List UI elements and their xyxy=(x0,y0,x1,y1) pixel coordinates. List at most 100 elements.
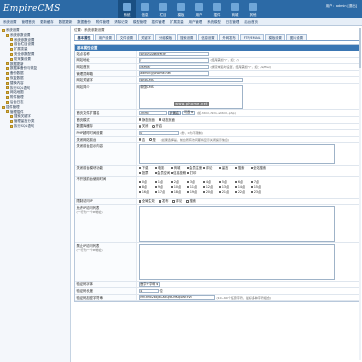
hour-checkbox[interactable]: 15点 xyxy=(250,185,264,189)
hour-checkbox[interactable]: 4点 xyxy=(202,180,216,184)
close-module-checkbox[interactable]: 留言 xyxy=(218,166,232,170)
hour-checkbox[interactable]: 12点 xyxy=(202,185,216,189)
close-module-checkbox[interactable]: 信息投稿 xyxy=(170,171,186,175)
verify-length-input[interactable]: 4 xyxy=(138,288,159,294)
tab-info[interactable]: 信息设置 xyxy=(197,34,219,40)
sub-nav-item[interactable]: 系统模型 xyxy=(207,19,221,24)
hour-checkbox[interactable]: 7点 xyxy=(250,180,264,184)
hour-checkbox[interactable]: 13点 xyxy=(218,185,232,189)
hour-checkbox[interactable]: 22点 xyxy=(234,190,248,194)
close-module-checkbox[interactable]: 投票 xyxy=(138,171,152,175)
hour-checkbox[interactable]: 20点 xyxy=(202,190,216,195)
ip-deny-textarea[interactable] xyxy=(138,244,335,281)
main-nav-info[interactable]: 信息 xyxy=(136,0,154,18)
sub-nav-item[interactable]: 管理首页 xyxy=(22,19,36,24)
hour-checkbox[interactable]: 0点 xyxy=(138,180,152,184)
tab-image[interactable]: 图片设置 xyxy=(286,34,307,40)
close-module-checkbox[interactable]: 全站搜索 xyxy=(250,166,266,170)
tab-template[interactable]: 模板设置 xyxy=(265,34,286,40)
tab-user[interactable]: 用户设置 xyxy=(95,34,116,40)
sqlcache-on-radio[interactable]: 开启 xyxy=(152,124,162,128)
checkbox-label: 20点 xyxy=(205,190,214,195)
site-keywords-input[interactable]: 帝国CMS xyxy=(138,77,243,83)
main-nav-user[interactable]: 用户 xyxy=(190,0,208,18)
close-site-no-radio[interactable]: 否 xyxy=(138,138,145,142)
site-url-input[interactable]: / xyxy=(138,58,209,63)
ip-limit-checkbox[interactable]: 评论 xyxy=(172,199,182,203)
php-timeout-input[interactable]: 0 xyxy=(138,130,179,136)
close-module-checkbox[interactable]: 会员注册 xyxy=(186,166,202,170)
tab-search[interactable]: 搜索设置 xyxy=(176,34,197,40)
main-nav-system[interactable]: 系统 xyxy=(118,0,136,18)
close-module-checkbox[interactable]: 评论 xyxy=(202,166,216,170)
tab-ftp-email[interactable]: FTP/EMAIL xyxy=(240,34,265,40)
filetype-select[interactable]: 可选 ▼ xyxy=(182,110,195,116)
hour-checkbox[interactable]: 1点 xyxy=(154,180,168,184)
tab-basic[interactable]: 基本属性 xyxy=(74,34,95,40)
close-module-checkbox[interactable]: 会员空间 xyxy=(154,171,170,175)
main-nav-shop[interactable]: 商城 xyxy=(226,0,244,18)
tab-group-template[interactable]: 分组模板 xyxy=(155,34,176,40)
sub-nav-item[interactable]: 插件管理 xyxy=(152,19,166,24)
content-scrollbar[interactable] xyxy=(359,28,361,360)
homepage-mode-dynamic-radio[interactable]: 动态页面 xyxy=(158,118,175,122)
main-nav-template[interactable]: 模板 xyxy=(172,0,190,18)
sub-nav-item[interactable]: 模型管理 xyxy=(133,19,147,24)
sub-nav-item[interactable]: 更新缓存 xyxy=(40,19,54,24)
admin-email-input[interactable]: admin@phome.net xyxy=(138,71,209,76)
site-name-input[interactable]: 帝国内容管理系统 xyxy=(138,51,209,56)
brand-logo[interactable]: EmpireCMS xyxy=(3,2,61,16)
hour-checkbox[interactable]: 23点 xyxy=(250,190,264,194)
close-module-checkbox[interactable]: 打印 xyxy=(186,171,200,175)
hour-checkbox[interactable]: 17点 xyxy=(154,190,168,194)
hour-checkbox[interactable]: 10点 xyxy=(170,185,184,189)
scrollbar-thumb[interactable] xyxy=(359,28,361,68)
close-module-checkbox[interactable]: 电影 xyxy=(154,166,168,170)
close-module-checkbox[interactable]: 商城 xyxy=(170,166,184,170)
close-module-checkbox[interactable]: 搜索 xyxy=(234,166,248,170)
tab-publish[interactable]: 外网发布 xyxy=(219,34,240,40)
sub-nav-item[interactable]: 日志管理 xyxy=(226,19,240,24)
sqlcache-off-radio[interactable]: 关闭 xyxy=(138,124,148,128)
sub-nav-item[interactable]: 附件管理 xyxy=(96,19,110,24)
hour-checkbox[interactable]: 11点 xyxy=(186,185,200,189)
close-tips-textarea[interactable] xyxy=(138,143,335,164)
tab-keyword[interactable]: 关键字 xyxy=(137,34,155,40)
sub-nav-item[interactable]: 系统设置 xyxy=(3,19,17,24)
close-module-checkbox[interactable]: 下载 xyxy=(138,166,152,170)
filetype-button[interactable]: 扩展名 xyxy=(167,110,182,116)
hour-checkbox[interactable]: 14点 xyxy=(234,185,248,189)
hour-checkbox[interactable]: 2点 xyxy=(170,180,184,184)
homepage-mode-static-radio[interactable]: 静态页面 xyxy=(138,118,155,122)
hour-checkbox[interactable]: 6点 xyxy=(234,180,248,184)
hour-checkbox[interactable]: 19点 xyxy=(186,190,200,194)
main-nav-column[interactable]: 栏目 xyxy=(154,0,172,18)
ip-limit-checkbox[interactable]: 全局生效 xyxy=(138,199,155,203)
hour-checkbox[interactable]: 8点 xyxy=(138,185,152,189)
hour-checkbox[interactable]: 16点 xyxy=(138,190,152,194)
tab-file[interactable]: 文件设置 xyxy=(116,34,137,40)
sub-nav-item[interactable]: 扩展变量 xyxy=(170,19,184,24)
verify-key-input[interactable]: Mn3Mx2bxJkLX8uJ9D9Kq4Wf3Vt xyxy=(138,295,215,300)
verify-type-select[interactable]: 数字+字母 ▼ xyxy=(138,282,160,287)
hour-checkbox[interactable]: 21点 xyxy=(218,190,232,194)
close-site-yes-radio[interactable]: 是 xyxy=(149,138,156,142)
sub-nav-item[interactable]: 数据备份 xyxy=(77,19,91,24)
sub-nav-item[interactable]: 清除记录 xyxy=(114,19,128,24)
hour-checkbox[interactable]: 9点 xyxy=(154,185,168,189)
hour-checkbox[interactable]: 18点 xyxy=(170,190,184,194)
hour-checkbox[interactable]: 5点 xyxy=(218,180,232,184)
home-url-input[interactable]: /e/file/ xyxy=(138,64,209,70)
user-info[interactable]: 用户：admin [退出] xyxy=(326,3,357,8)
sub-nav-item[interactable]: 后台首页 xyxy=(244,19,258,24)
sub-nav-item[interactable]: 数据更新 xyxy=(59,19,73,24)
ip-allow-textarea[interactable] xyxy=(138,205,335,242)
main-nav-plugin[interactable]: 插件 xyxy=(208,0,226,18)
hour-checkbox[interactable]: 3点 xyxy=(186,180,200,184)
ip-limit-checkbox[interactable]: 搜索 xyxy=(186,199,196,203)
filetype-input[interactable]: .html xyxy=(138,110,167,116)
main-nav-other[interactable]: 其他 xyxy=(244,0,262,18)
sub-nav-item[interactable]: 用户管理 xyxy=(189,19,203,24)
ip-limit-checkbox[interactable]: 发布 xyxy=(158,199,168,203)
sidebar-item[interactable]: 执行SQL语句 xyxy=(2,124,68,129)
